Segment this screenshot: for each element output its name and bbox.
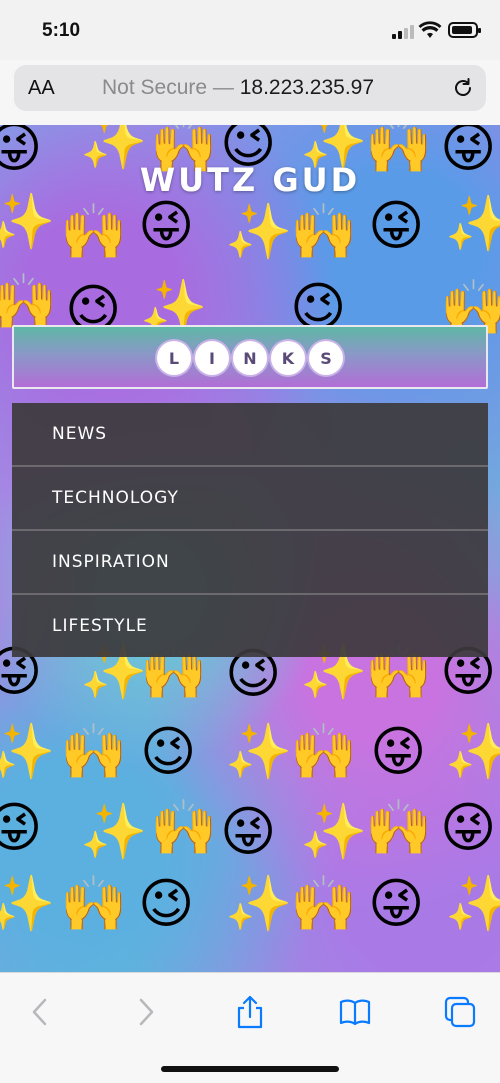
links-letter: I — [195, 341, 229, 375]
links-letter: L — [157, 341, 191, 375]
share-icon[interactable] — [233, 995, 267, 1029]
url-display[interactable]: Not Secure — 18.223.235.97 — [102, 76, 374, 100]
links-header: L I N K S — [12, 325, 488, 389]
url-host: 18.223.235.97 — [239, 76, 375, 99]
menu-item-lifestyle[interactable]: LIFESTYLE — [12, 595, 488, 657]
status-bar: 5:10 — [0, 0, 500, 60]
links-header-letters: L I N K S — [14, 341, 486, 375]
home-indicator — [161, 1066, 339, 1072]
address-bar[interactable]: AA Not Secure — 18.223.235.97 — [14, 65, 486, 111]
text-size-button[interactable]: AA — [28, 77, 55, 100]
cellular-signal-icon — [392, 23, 414, 39]
book-icon[interactable] — [338, 995, 372, 1029]
status-time: 5:10 — [42, 20, 81, 41]
security-label: Not Secure — — [102, 76, 234, 99]
chevron-left-icon[interactable] — [24, 995, 58, 1029]
menu-item-inspiration[interactable]: INSPIRATION — [12, 531, 488, 595]
reload-icon[interactable] — [452, 77, 474, 99]
menu-item-technology[interactable]: TECHNOLOGY — [12, 467, 488, 531]
tabs-icon[interactable] — [443, 995, 477, 1029]
battery-icon — [448, 22, 481, 38]
links-letter: N — [233, 341, 267, 375]
menu-item-news[interactable]: NEWS — [12, 403, 488, 467]
chevron-right-icon[interactable] — [128, 995, 162, 1029]
links-letter: S — [309, 341, 343, 375]
site-logo[interactable]: WUTZ GUD — [0, 161, 500, 199]
web-content[interactable]: 😜 ✨ 🙌 😉 ✨ 🙌 😜 ✨ 🙌 😜 ✨ 🙌 😜 ✨ 🙌 😉 ✨ 😉 🙌 😜 ✨ 🙌 😉 ✨ 🙌 😜… — [0, 125, 500, 972]
links-menu: NEWS TECHNOLOGY INSPIRATION LIFESTYLE — [12, 403, 488, 657]
wifi-icon — [418, 21, 442, 38]
links-letter: K — [271, 341, 305, 375]
